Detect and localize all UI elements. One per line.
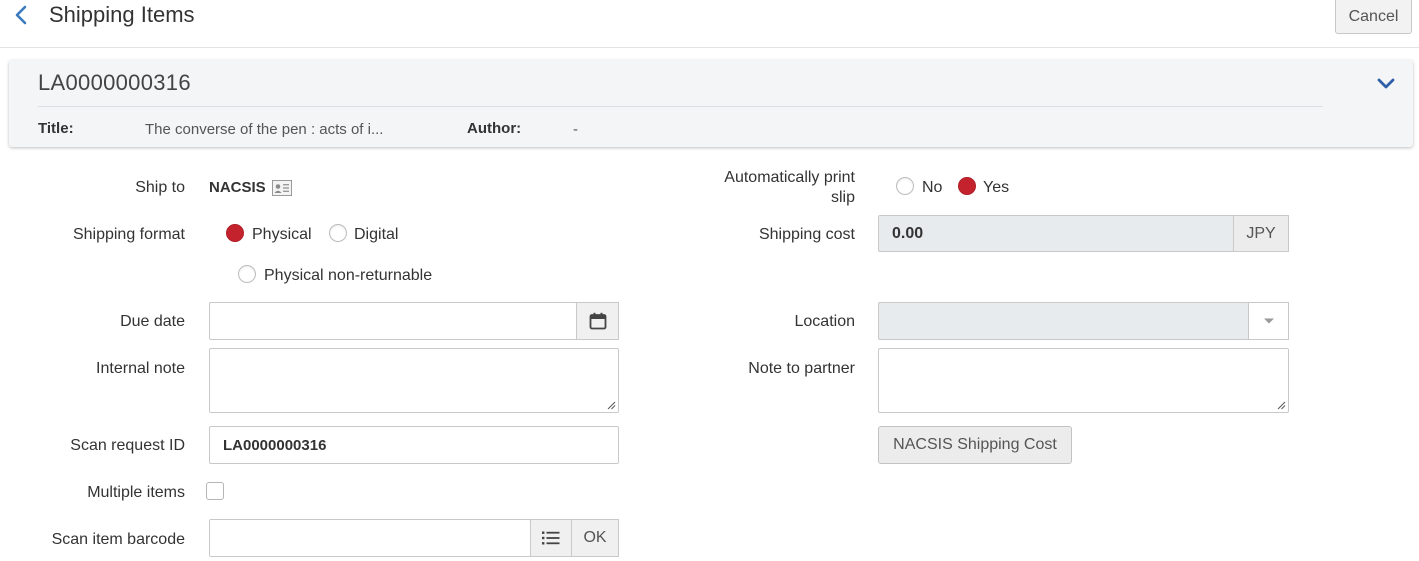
scan-item-barcode-label: Scan item barcode [51,531,185,548]
resize-grip-icon[interactable] [1276,400,1286,410]
location-label: Location [794,313,856,330]
shipping-cost-label: Shipping cost [758,226,855,243]
author-label: Author: [467,120,522,137]
internal-note-textarea[interactable] [209,348,619,413]
multiple-items-checkbox[interactable] [206,482,224,500]
multiple-items-label: Multiple items [87,484,185,501]
chevron-down-icon[interactable] [1375,72,1397,94]
scan-request-id-input[interactable]: LA0000000316 [209,426,619,464]
request-summary-card: LA0000000316 Title: The converse of the … [9,60,1413,147]
format-physical-nonreturnable-label[interactable]: Physical non-returnable [264,266,432,286]
internal-note-label: Internal note [96,360,185,377]
author-value: - [573,121,578,138]
format-digital-radio[interactable] [329,224,347,242]
location-select[interactable] [878,302,1249,340]
caret-down-icon [1263,318,1274,324]
title-label: Title: [38,120,74,137]
page-header: Shipping Items Cancel [0,0,1419,48]
auto-print-label: Automatically print slip [660,168,855,208]
auto-print-no-radio[interactable] [896,177,914,195]
ship-to-label: Ship to [135,179,185,196]
note-to-partner-textarea[interactable] [878,348,1289,413]
nacsis-shipping-cost-button[interactable]: NACSIS Shipping Cost [878,426,1072,464]
back-arrow-icon[interactable] [10,3,32,27]
ship-to-value: NACSIS [209,179,266,196]
list-icon [542,531,560,545]
note-to-partner-label: Note to partner [748,360,855,377]
barcode-ok-button[interactable]: OK [571,519,619,557]
scan-request-id-value: LA0000000316 [223,437,327,454]
due-date-input[interactable] [209,302,577,340]
shipping-cost-input[interactable]: 0.00 [878,215,1234,252]
auto-print-label-line1: Automatically print [724,169,855,186]
contact-card-icon[interactable] [272,180,292,196]
page-title: Shipping Items [49,2,195,27]
due-date-label: Due date [120,313,185,330]
title-value: The converse of the pen : acts of i... [145,121,384,138]
resize-grip-icon[interactable] [606,400,616,410]
scan-request-id-label: Scan request ID [70,437,185,454]
barcode-list-button[interactable] [530,519,572,557]
shipping-format-label: Shipping format [72,226,185,243]
calendar-icon [589,312,606,330]
scan-item-barcode-input[interactable] [209,519,531,557]
format-digital-label[interactable]: Digital [354,225,398,245]
format-physical-label[interactable]: Physical [252,225,312,245]
request-id-heading: LA0000000316 [38,70,191,95]
auto-print-yes-radio[interactable] [958,177,976,195]
currency-addon: JPY [1233,215,1289,252]
shipping-cost-value: 0.00 [892,225,924,242]
date-picker-button[interactable] [576,302,619,340]
location-dropdown-button[interactable] [1248,302,1289,340]
card-divider [38,106,1323,107]
format-physical-nonreturnable-radio[interactable] [238,265,256,283]
auto-print-label-line2: slip [830,189,855,206]
auto-print-yes-label[interactable]: Yes [983,178,1009,198]
cancel-button[interactable]: Cancel [1335,0,1412,34]
auto-print-no-label[interactable]: No [922,178,942,198]
format-physical-radio[interactable] [226,224,244,242]
